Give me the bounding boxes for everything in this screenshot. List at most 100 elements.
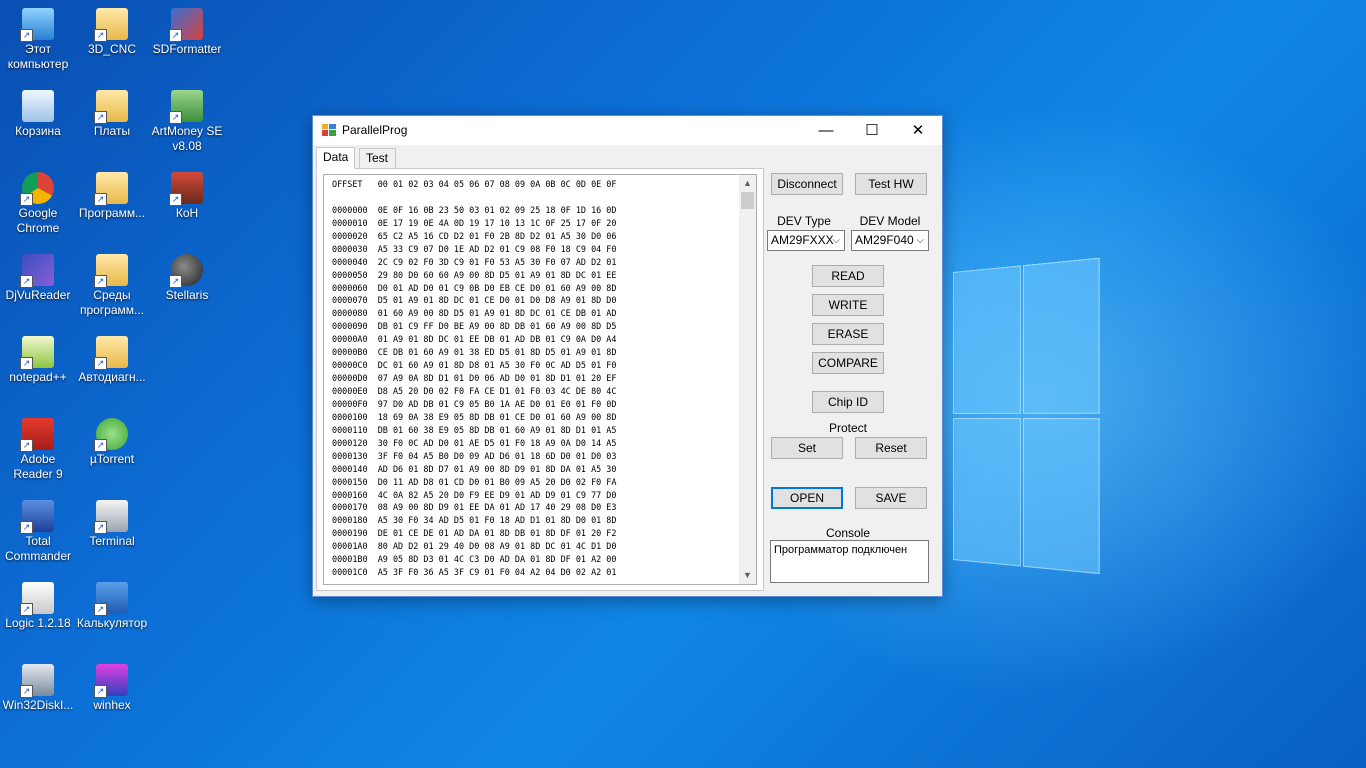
dev-type-label: DEV Type <box>768 214 840 228</box>
open-button[interactable]: OPEN <box>771 487 843 509</box>
write-button[interactable]: WRITE <box>812 294 884 316</box>
dev-model-label: DEV Model <box>853 214 927 228</box>
read-button[interactable]: READ <box>812 265 884 287</box>
folder-icon: ↗ <box>96 254 128 286</box>
desktop-icon-logic[interactable]: ↗ Logic 1.2.18 <box>0 582 76 631</box>
desktop-icon-artmoney[interactable]: ↗ ArtMoney SE v8.08 <box>149 90 225 154</box>
close-button[interactable]: ✕ <box>895 116 941 145</box>
logic-analyzer-icon: ↗ <box>22 582 54 614</box>
test-hw-button[interactable]: Test HW <box>855 173 927 195</box>
folder-icon: ↗ <box>96 172 128 204</box>
desktop-icon-sdformatter[interactable]: ↗ SDFormatter <box>149 8 225 57</box>
total-commander-icon: ↗ <box>22 500 54 532</box>
desktop-icon-label: Среды программ... <box>74 288 150 318</box>
desktop-icon-label: КоН <box>149 206 225 221</box>
chevron-down-icon: ⌵ <box>916 231 924 250</box>
folder-icon: ↗ <box>96 336 128 368</box>
disk-imager-icon: ↗ <box>22 664 54 696</box>
dev-type-select[interactable]: AM29FXXX ⌵ <box>767 230 845 251</box>
desktop-icon-platy[interactable]: ↗ Платы <box>74 90 150 139</box>
winhex-icon: ↗ <box>96 664 128 696</box>
desktop-icon-utorrent[interactable]: ↗ µTorrent <box>74 418 150 467</box>
scroll-thumb[interactable] <box>741 192 754 209</box>
desktop-icon-label: notepad++ <box>0 370 76 385</box>
tab-test-hw[interactable]: Test H/W <box>359 148 396 169</box>
desktop-icon-djvureader[interactable]: ↗ DjVuReader <box>0 254 76 303</box>
desktop-icon-label: DjVuReader <box>0 288 76 303</box>
windows-logo-background <box>953 258 1101 577</box>
desktop-icon-label: Google Chrome <box>0 206 76 236</box>
desktop-icon-label: 3D_CNC <box>74 42 150 57</box>
title-bar[interactable]: ParallelProg — ☐ ✕ <box>313 116 942 145</box>
terminal-icon: ↗ <box>96 500 128 532</box>
desktop-icon-label: Автодиагн... <box>74 370 150 385</box>
desktop-icon-label: µTorrent <box>74 452 150 467</box>
desktop-icon-winhex[interactable]: ↗ winhex <box>74 664 150 713</box>
folder-icon: ↗ <box>96 90 128 122</box>
desktop-icon-terminal[interactable]: ↗ Terminal <box>74 500 150 549</box>
desktop-icon-calculator[interactable]: ↗ Калькулятор <box>74 582 150 631</box>
desktop-icon-label: Программ... <box>74 206 150 221</box>
minimize-button[interactable]: — <box>803 116 849 145</box>
maximize-button[interactable]: ☐ <box>849 116 895 145</box>
reset-button[interactable]: Reset <box>855 437 927 459</box>
console-label: Console <box>812 526 884 540</box>
dev-model-select[interactable]: AM29F040 ⌵ <box>851 230 929 251</box>
console-text: Программатор подключен <box>774 544 907 556</box>
chevron-down-icon: ⌵ <box>832 231 840 250</box>
scroll-down-icon[interactable]: ▼ <box>739 567 756 584</box>
hex-dump-textbox[interactable]: OFFSET 00 01 02 03 04 05 06 07 08 09 0A … <box>323 174 757 585</box>
djvureader-icon: ↗ <box>22 254 54 286</box>
desktop-icon-label: Adobe Reader 9 <box>0 452 76 482</box>
desktop-icon-recycle-bin[interactable]: Корзина <box>0 90 76 139</box>
desktop-icon-koh[interactable]: ↗ КоН <box>149 172 225 221</box>
tab-data[interactable]: Data <box>316 147 355 169</box>
maximize-icon: ☐ <box>865 122 878 139</box>
computer-icon: ↗ <box>22 8 54 40</box>
dev-type-value: AM29FXXX <box>771 233 834 247</box>
desktop-icon-adobe-reader[interactable]: ↗ Adobe Reader 9 <box>0 418 76 482</box>
desktop-icon-notepad-plus-plus[interactable]: ↗ notepad++ <box>0 336 76 385</box>
desktop-icon-sredy[interactable]: ↗ Среды программ... <box>74 254 150 318</box>
desktop-icon-label: Stellaris <box>149 288 225 303</box>
desktop-icon-label: Корзина <box>0 124 76 139</box>
adobe-reader-icon: ↗ <box>22 418 54 450</box>
desktop-icon-win32diskimager[interactable]: ↗ Win32DiskI... <box>0 664 76 713</box>
window-title: ParallelProg <box>342 123 407 137</box>
desktop-icon-label: Калькулятор <box>74 616 150 631</box>
compare-button[interactable]: COMPARE <box>812 352 884 374</box>
vertical-scrollbar[interactable]: ▲ ▼ <box>739 175 756 584</box>
desktop-icon-3d-cnc[interactable]: ↗ 3D_CNC <box>74 8 150 57</box>
koh-game-icon: ↗ <box>171 172 203 204</box>
desktop-icon-avtodiagn[interactable]: ↗ Автодиагн... <box>74 336 150 385</box>
artmoney-icon: ↗ <box>171 90 203 122</box>
desktop-icon-label: Terminal <box>74 534 150 549</box>
console-textbox[interactable]: Программатор подключен <box>770 540 929 583</box>
desktop-icon-google-chrome[interactable]: ↗ Google Chrome <box>0 172 76 236</box>
chip-id-button[interactable]: Chip ID <box>812 391 884 413</box>
desktop-icon-this-pc[interactable]: ↗ Этот компьютер <box>0 8 76 72</box>
sdformatter-icon: ↗ <box>171 8 203 40</box>
hex-dump-text: OFFSET 00 01 02 03 04 05 06 07 08 09 0A … <box>332 178 616 579</box>
desktop-icon-label: Logic 1.2.18 <box>0 616 76 631</box>
set-button[interactable]: Set <box>771 437 843 459</box>
folder-icon: ↗ <box>96 8 128 40</box>
chrome-icon: ↗ <box>22 172 54 204</box>
app-icon <box>322 124 336 136</box>
stellaris-icon: ↗ <box>171 254 203 286</box>
desktop-icon-total-commander[interactable]: ↗ Total Commander <box>0 500 76 564</box>
desktop-icon-stellaris[interactable]: ↗ Stellaris <box>149 254 225 303</box>
utorrent-icon: ↗ <box>96 418 128 450</box>
save-button[interactable]: SAVE <box>855 487 927 509</box>
disconnect-button[interactable]: Disconnect <box>771 173 843 195</box>
recycle-bin-icon <box>22 90 54 122</box>
tab-label: Data <box>323 150 348 164</box>
parallelprog-window: ParallelProg — ☐ ✕ Data Test H/W OFFSET … <box>312 115 943 597</box>
scroll-up-icon[interactable]: ▲ <box>739 175 756 192</box>
erase-button[interactable]: ERASE <box>812 323 884 345</box>
desktop-icon-programm[interactable]: ↗ Программ... <box>74 172 150 221</box>
desktop-icon-label: Платы <box>74 124 150 139</box>
protect-label: Protect <box>812 421 884 435</box>
dev-model-value: AM29F040 <box>855 233 914 247</box>
desktop-icon-label: Total Commander <box>0 534 76 564</box>
